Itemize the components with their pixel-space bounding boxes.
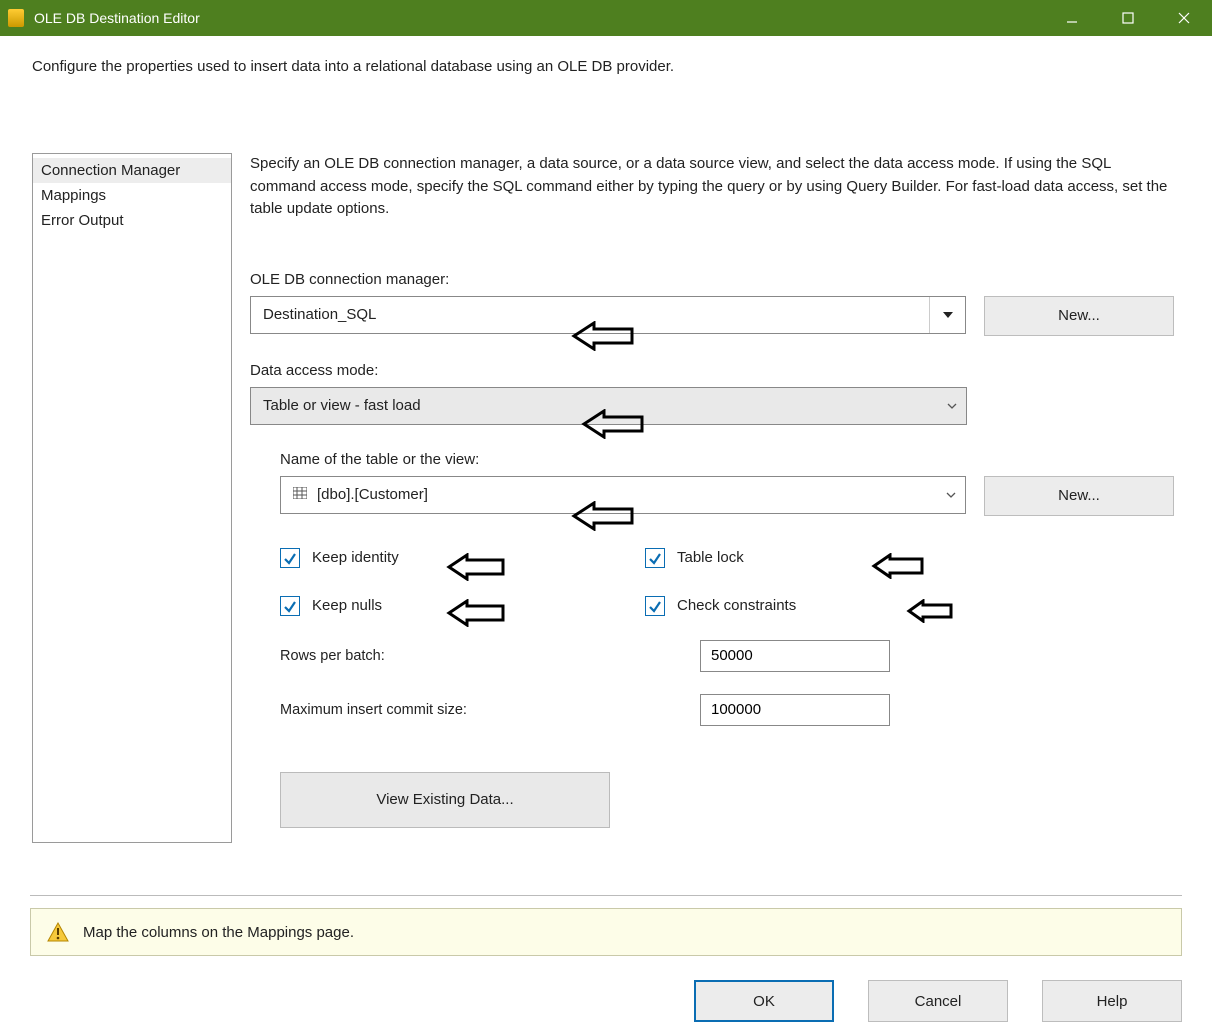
sidebar-item-mappings[interactable]: Mappings: [33, 183, 231, 208]
instruction-text: Specify an OLE DB connection manager, a …: [250, 153, 1174, 221]
sidebar-item-label: Mappings: [41, 187, 106, 204]
window-controls: [1044, 0, 1212, 36]
checkbox-icon: [645, 548, 665, 568]
ok-button[interactable]: OK: [694, 980, 834, 1022]
table-name-label: Name of the table or the view:: [280, 451, 1174, 468]
table-lock-label: Table lock: [677, 549, 744, 566]
checkbox-icon: [280, 548, 300, 568]
sidebar-item-error-output[interactable]: Error Output: [33, 208, 231, 233]
new-connection-button[interactable]: New...: [984, 296, 1174, 336]
table-name-value: [dbo].[Customer]: [317, 486, 428, 503]
data-access-mode-value: Table or view - fast load: [263, 397, 421, 414]
sidebar: Connection Manager Mappings Error Output: [32, 153, 232, 843]
connection-manager-label: OLE DB connection manager:: [250, 271, 1174, 288]
check-constraints-checkbox[interactable]: Check constraints: [645, 596, 980, 616]
new-table-label: New...: [1058, 487, 1100, 504]
warning-text: Map the columns on the Mappings page.: [83, 924, 354, 941]
separator: [30, 895, 1182, 896]
rows-per-batch-label: Rows per batch:: [280, 648, 700, 664]
checkbox-icon: [280, 596, 300, 616]
sidebar-item-label: Connection Manager: [41, 162, 180, 179]
new-table-button[interactable]: New...: [984, 476, 1174, 516]
body-row: Connection Manager Mappings Error Output…: [32, 153, 1180, 885]
data-access-mode-block: Data access mode: Table or view - fast l…: [250, 362, 1174, 425]
connection-manager-dropdown[interactable]: Destination_SQL: [250, 296, 966, 334]
connection-manager-value: Destination_SQL: [263, 306, 376, 323]
minimize-button[interactable]: [1044, 0, 1100, 36]
main-panel: Specify an OLE DB connection manager, a …: [250, 153, 1180, 885]
data-access-mode-label: Data access mode:: [250, 362, 1174, 379]
minimize-icon: [1066, 12, 1078, 24]
app-icon: [8, 9, 24, 27]
content-area: Configure the properties used to insert …: [0, 36, 1212, 885]
data-access-mode-dropdown[interactable]: Table or view - fast load: [250, 387, 967, 425]
keep-nulls-checkbox[interactable]: Keep nulls: [280, 596, 615, 616]
fast-load-options: Keep identity Table lock Keep nulls Chec…: [280, 548, 980, 616]
table-lock-checkbox[interactable]: Table lock: [645, 548, 980, 568]
table-name-block: Name of the table or the view: [dbo].[Cu…: [280, 451, 1174, 516]
close-icon: [1178, 12, 1190, 24]
warning-icon: [47, 922, 69, 942]
keep-nulls-label: Keep nulls: [312, 597, 382, 614]
keep-identity-label: Keep identity: [312, 549, 399, 566]
chevron-down-icon: [938, 388, 966, 424]
keep-identity-checkbox[interactable]: Keep identity: [280, 548, 615, 568]
sidebar-item-connection-manager[interactable]: Connection Manager: [33, 158, 231, 183]
cancel-button[interactable]: Cancel: [868, 980, 1008, 1022]
window-title: OLE DB Destination Editor: [34, 10, 1044, 26]
sidebar-item-label: Error Output: [41, 212, 124, 229]
warning-bar: Map the columns on the Mappings page.: [30, 908, 1182, 956]
maximize-icon: [1122, 12, 1134, 24]
maximize-button[interactable]: [1100, 0, 1156, 36]
close-button[interactable]: [1156, 0, 1212, 36]
help-label: Help: [1097, 993, 1128, 1010]
max-commit-size-input[interactable]: [700, 694, 890, 726]
connection-manager-block: OLE DB connection manager: Destination_S…: [250, 271, 1174, 336]
check-constraints-label: Check constraints: [677, 597, 796, 614]
footer-buttons: OK Cancel Help: [0, 956, 1212, 1022]
checkbox-icon: [645, 596, 665, 616]
cancel-label: Cancel: [915, 993, 962, 1010]
titlebar: OLE DB Destination Editor: [0, 0, 1212, 36]
new-connection-label: New...: [1058, 307, 1100, 324]
chevron-down-icon: [937, 477, 965, 513]
ok-label: OK: [753, 993, 775, 1010]
rows-per-batch-input[interactable]: [700, 640, 890, 672]
view-existing-data-button[interactable]: View Existing Data...: [280, 772, 610, 828]
table-icon: [293, 486, 307, 503]
table-name-dropdown[interactable]: [dbo].[Customer]: [280, 476, 966, 514]
chevron-down-icon: [929, 297, 965, 333]
window: OLE DB Destination Editor Configure the …: [0, 0, 1212, 1022]
view-existing-data-label: View Existing Data...: [376, 791, 513, 808]
page-description: Configure the properties used to insert …: [32, 58, 1180, 75]
max-commit-size-label: Maximum insert commit size:: [280, 702, 700, 718]
help-button[interactable]: Help: [1042, 980, 1182, 1022]
batch-settings: Rows per batch: Maximum insert commit si…: [280, 640, 1174, 726]
